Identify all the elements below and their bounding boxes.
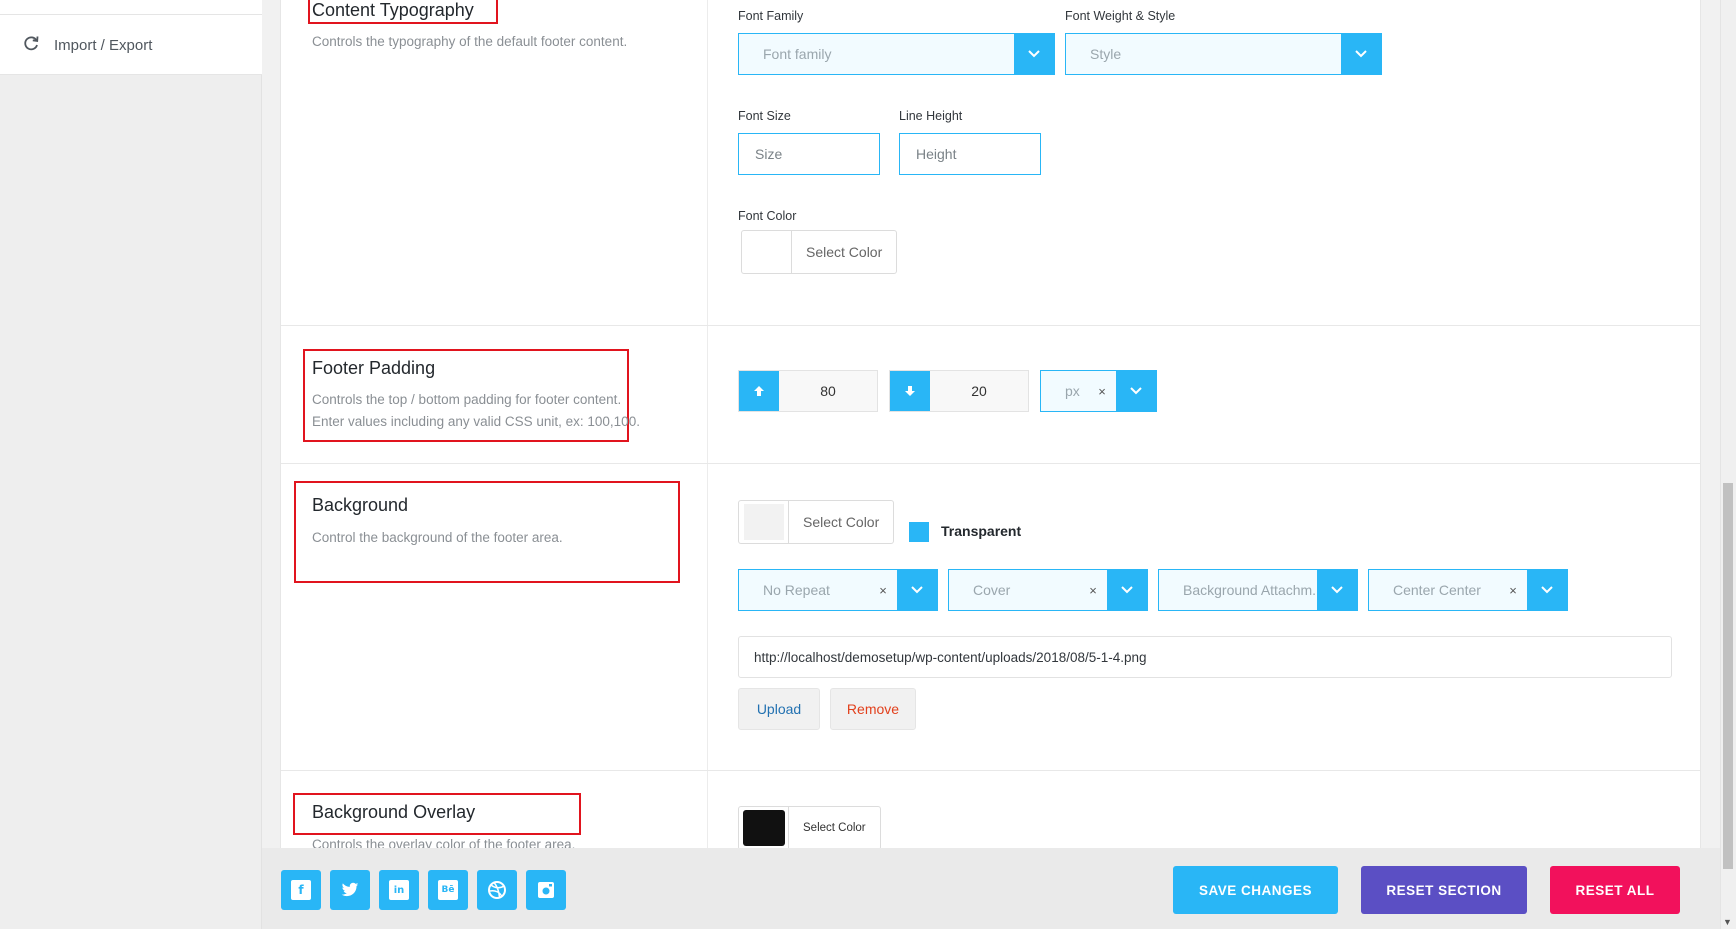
content-typography-title: Content Typography xyxy=(312,0,474,20)
section-divider xyxy=(281,463,1700,464)
background-overlay-title: Background Overlay xyxy=(312,802,476,822)
sidebar: Import / Export xyxy=(0,0,262,929)
font-family-label: Font Family xyxy=(738,9,804,23)
font-family-placeholder: Font family xyxy=(763,46,832,62)
sidebar-menu: Import / Export xyxy=(0,0,262,75)
arrow-up-icon xyxy=(739,371,779,411)
padding-bottom-value: 20 xyxy=(930,371,1028,411)
color-swatch xyxy=(742,231,792,273)
line-height-label: Line Height xyxy=(899,109,963,123)
background-attachment-select[interactable]: Background Attachm... xyxy=(1158,569,1358,611)
font-color-label: Font Color xyxy=(738,209,797,223)
chevron-down-icon xyxy=(897,570,937,610)
line-height-input[interactable]: Height xyxy=(899,133,1041,175)
clear-icon[interactable]: × xyxy=(875,583,891,598)
background-attachment-value: Background Attachm... xyxy=(1183,582,1317,598)
chevron-down-icon xyxy=(1107,570,1147,610)
sidebar-item-import-export[interactable]: Import / Export xyxy=(22,34,152,56)
chevron-down-icon xyxy=(1527,570,1567,610)
transparent-checkbox[interactable] xyxy=(909,522,929,542)
font-size-label: Font Size xyxy=(738,109,791,123)
footer-padding-title: Footer Padding xyxy=(312,358,436,378)
color-swatch xyxy=(739,807,789,848)
padding-top-input[interactable]: 80 xyxy=(738,370,878,412)
background-size-select[interactable]: Cover × xyxy=(948,569,1148,611)
reset-all-button[interactable]: RESET ALL xyxy=(1550,866,1680,914)
scroll-down-arrow-icon[interactable]: ▼ xyxy=(1723,917,1732,927)
background-color-picker[interactable]: Select Color xyxy=(738,500,895,544)
font-color-picker[interactable]: Select Color xyxy=(741,230,898,274)
upload-button[interactable]: Upload xyxy=(738,688,820,730)
background-overlay-desc: Controls the overlay color of the footer… xyxy=(312,837,576,848)
chevron-down-icon xyxy=(1116,371,1156,411)
font-weight-label: Font Weight & Style xyxy=(1065,9,1176,23)
background-size-value: Cover xyxy=(973,582,1011,598)
twitter-icon[interactable] xyxy=(330,870,370,910)
arrow-down-icon xyxy=(890,371,930,411)
font-color-button-label: Select Color xyxy=(806,244,883,260)
save-changes-button[interactable]: SAVE CHANGES xyxy=(1173,866,1338,914)
padding-bottom-input[interactable]: 20 xyxy=(889,370,1029,412)
dribbble-icon[interactable] xyxy=(477,870,517,910)
options-panel: Content Typography Controls the typograp… xyxy=(280,0,1701,848)
chevron-down-icon xyxy=(1341,34,1381,74)
behance-icon[interactable]: Bē xyxy=(428,870,468,910)
chevron-down-icon xyxy=(1014,34,1054,74)
linkedin-icon[interactable]: in xyxy=(379,870,419,910)
font-weight-placeholder: Style xyxy=(1090,46,1122,62)
clear-icon[interactable]: × xyxy=(1094,384,1110,399)
sidebar-divider xyxy=(0,14,262,15)
section-divider xyxy=(281,325,1700,326)
padding-unit-select[interactable]: px × xyxy=(1040,370,1157,412)
font-weight-select[interactable]: Style xyxy=(1065,33,1382,75)
font-size-input[interactable]: Size xyxy=(738,133,880,175)
overlay-color-picker[interactable]: Select Color xyxy=(738,806,881,848)
padding-unit-value: px xyxy=(1065,383,1080,399)
footer-padding-desc-line1: Controls the top / bottom padding for fo… xyxy=(312,392,622,407)
column-divider xyxy=(707,0,708,848)
overlay-color-button-label: Select Color xyxy=(803,822,866,834)
facebook-icon[interactable]: f xyxy=(281,870,321,910)
background-color-button-label: Select Color xyxy=(803,514,880,530)
background-desc: Control the background of the footer are… xyxy=(312,530,563,545)
section-divider xyxy=(281,770,1700,771)
background-image-url-input[interactable]: http://localhost/demosetup/wp-content/up… xyxy=(738,636,1672,678)
remove-button[interactable]: Remove xyxy=(830,688,916,730)
clear-icon[interactable]: × xyxy=(1085,583,1101,598)
font-family-select[interactable]: Font family xyxy=(738,33,1055,75)
background-repeat-select[interactable]: No Repeat × xyxy=(738,569,938,611)
clear-icon[interactable]: × xyxy=(1505,583,1521,598)
background-title: Background xyxy=(312,495,409,515)
refresh-icon xyxy=(22,34,40,57)
reset-section-button[interactable]: RESET SECTION xyxy=(1361,866,1527,914)
footer-padding-desc-line2: Enter values including any valid CSS uni… xyxy=(312,414,640,429)
scrollbar-thumb[interactable] xyxy=(1723,483,1733,869)
sidebar-item-label: Import / Export xyxy=(54,36,153,54)
background-position-value: Center Center xyxy=(1393,582,1481,598)
background-position-select[interactable]: Center Center × xyxy=(1368,569,1568,611)
transparent-label: Transparent xyxy=(941,523,1022,539)
chevron-down-icon xyxy=(1317,570,1357,610)
padding-top-value: 80 xyxy=(779,371,877,411)
color-swatch xyxy=(739,501,789,543)
content-typography-desc: Controls the typography of the default f… xyxy=(312,34,628,49)
background-repeat-value: No Repeat xyxy=(763,582,830,598)
instagram-icon[interactable] xyxy=(526,870,566,910)
